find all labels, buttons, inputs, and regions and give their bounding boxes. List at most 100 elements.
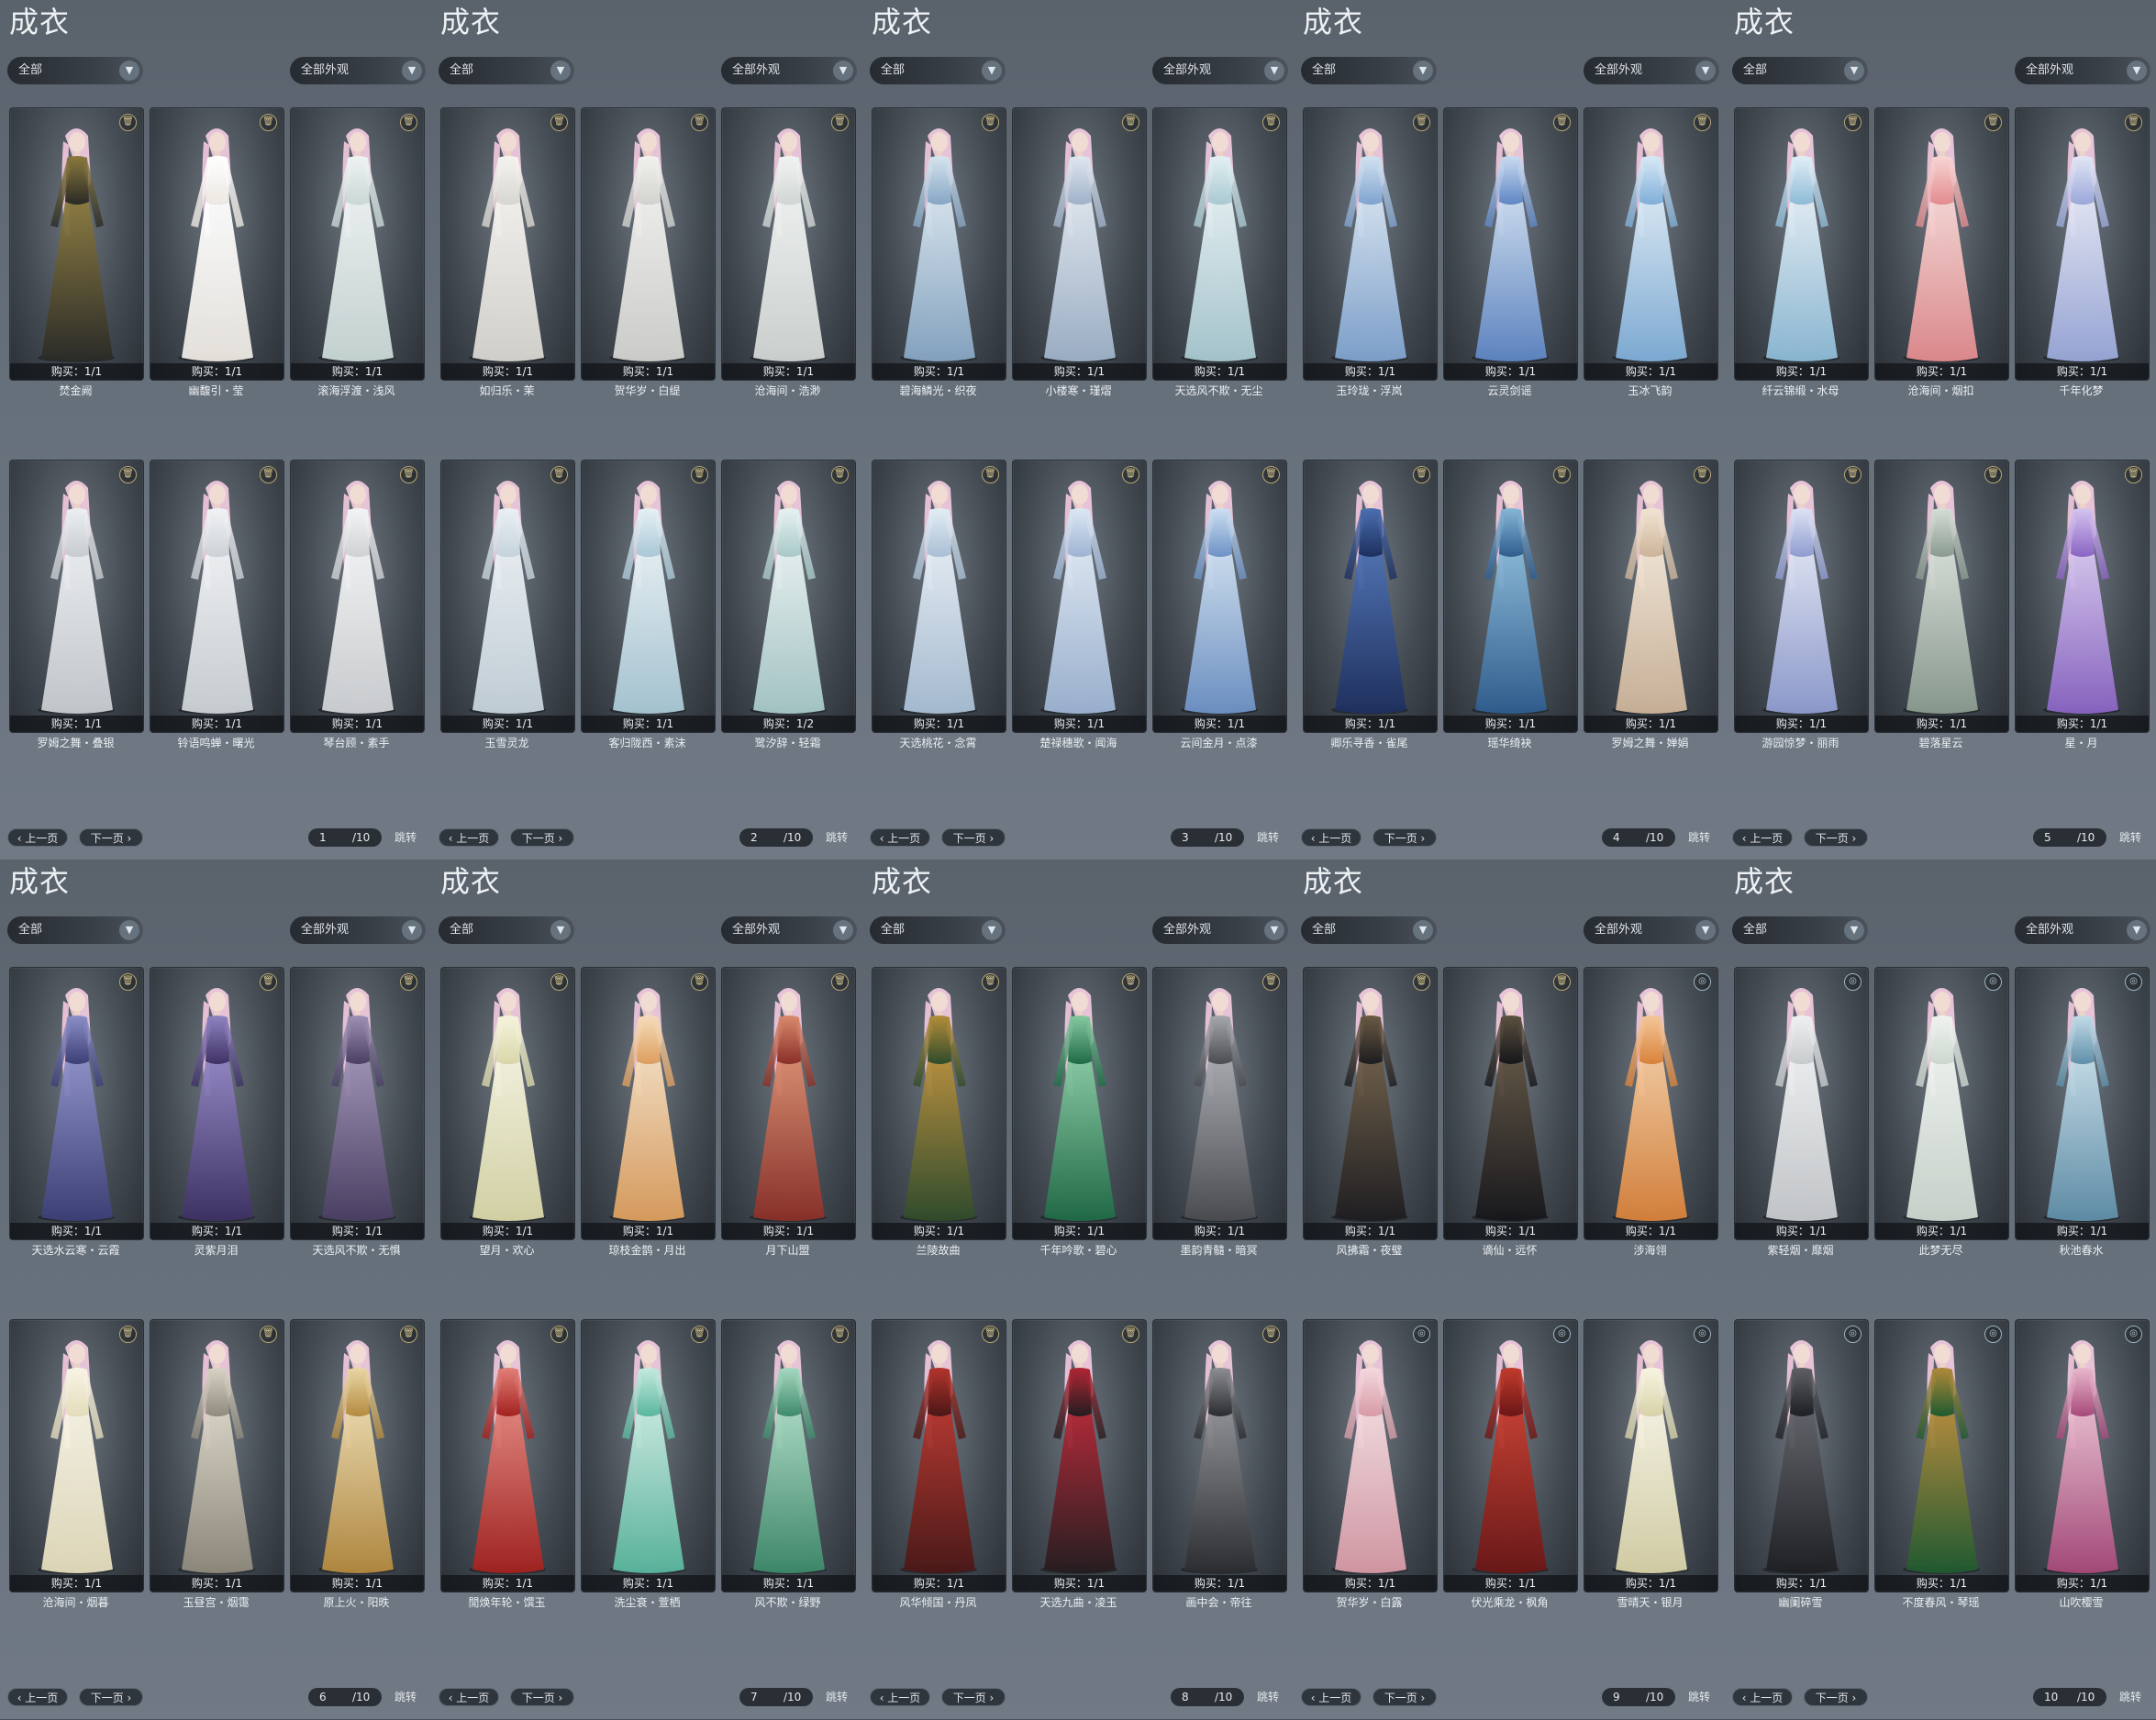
outfit-card[interactable]: ◎ 购买：1/1: [2015, 967, 2150, 1240]
outfit-card[interactable]: 🗑 购买：1/1: [1152, 107, 1287, 381]
outfit-card[interactable]: 🗑 购买：1/1: [1874, 107, 2009, 381]
jump-button[interactable]: 跳转: [2119, 828, 2141, 847]
outfit-card[interactable]: 🗑 购买：1/2: [721, 460, 856, 733]
trash-icon[interactable]: 🗑: [2125, 114, 2142, 131]
outfit-card[interactable]: 🗑 购买：1/1: [150, 107, 284, 381]
outfit-card[interactable]: 🗑 购买：1/1: [872, 107, 1006, 381]
outfit-card[interactable]: 🗑 购买：1/1: [1734, 107, 1869, 381]
trash-icon[interactable]: 🗑: [1122, 466, 1139, 483]
trash-icon[interactable]: 🗑: [691, 1326, 708, 1343]
outfit-card[interactable]: 🗑 购买：1/1: [1443, 107, 1578, 381]
next-page-button[interactable]: 下一页 ›: [941, 828, 1006, 847]
hat-icon[interactable]: ◎: [1694, 973, 1711, 991]
trash-icon[interactable]: 🗑: [260, 466, 277, 483]
jump-button[interactable]: 跳转: [1688, 828, 1710, 847]
appearance-dropdown[interactable]: 全部外观 ▼: [2015, 57, 2150, 84]
outfit-card[interactable]: 🗑 购买：1/1: [440, 1319, 575, 1592]
hat-icon[interactable]: ◎: [1844, 1326, 1861, 1343]
outfit-card[interactable]: 🗑 购买：1/1: [1874, 460, 2009, 733]
hat-icon[interactable]: ◎: [1694, 1326, 1711, 1343]
hat-icon[interactable]: ◎: [2125, 973, 2142, 991]
outfit-card[interactable]: 🗑 购买：1/1: [872, 967, 1006, 1240]
outfit-card[interactable]: 🗑 购买：1/1: [150, 967, 284, 1240]
trash-icon[interactable]: 🗑: [831, 1326, 849, 1343]
prev-page-button[interactable]: ‹ 上一页: [870, 828, 930, 847]
outfit-card[interactable]: 🗑 购买：1/1: [721, 967, 856, 1240]
outfit-card[interactable]: 🗑 购买：1/1: [872, 460, 1006, 733]
outfit-card[interactable]: 🗑 购买：1/1: [1012, 460, 1147, 733]
trash-icon[interactable]: 🗑: [982, 973, 999, 991]
jump-button[interactable]: 跳转: [1257, 828, 1279, 847]
prev-page-button[interactable]: ‹ 上一页: [439, 828, 499, 847]
trash-icon[interactable]: 🗑: [550, 466, 568, 483]
next-page-button[interactable]: 下一页 ›: [510, 1688, 574, 1706]
outfit-card[interactable]: ◎ 购买：1/1: [1584, 1319, 1718, 1592]
prev-page-button[interactable]: ‹ 上一页: [1732, 1688, 1793, 1706]
outfit-card[interactable]: ◎ 购买：1/1: [1584, 967, 1718, 1240]
trash-icon[interactable]: 🗑: [400, 973, 417, 991]
outfit-card[interactable]: 🗑 购买：1/1: [1152, 967, 1287, 1240]
category-dropdown[interactable]: 全部 ▼: [1732, 57, 1868, 84]
appearance-dropdown[interactable]: 全部外观 ▼: [721, 57, 857, 84]
outfit-card[interactable]: 🗑 购买：1/1: [9, 107, 144, 381]
category-dropdown[interactable]: 全部 ▼: [870, 57, 1006, 84]
outfit-card[interactable]: 🗑 购买：1/1: [440, 967, 575, 1240]
page-number-input[interactable]: 9/10: [1602, 1688, 1675, 1706]
outfit-card[interactable]: 🗑 购买：1/1: [1012, 1319, 1147, 1592]
next-page-button[interactable]: 下一页 ›: [1373, 828, 1437, 847]
page-number-input[interactable]: 1/10: [308, 828, 382, 847]
prev-page-button[interactable]: ‹ 上一页: [1732, 828, 1793, 847]
trash-icon[interactable]: 🗑: [1984, 466, 2002, 483]
outfit-card[interactable]: ◎ 购买：1/1: [2015, 1319, 2150, 1592]
trash-icon[interactable]: 🗑: [831, 114, 849, 131]
hat-icon[interactable]: ◎: [1984, 1326, 2002, 1343]
trash-icon[interactable]: 🗑: [1413, 114, 1430, 131]
jump-button[interactable]: 跳转: [395, 828, 417, 847]
outfit-card[interactable]: 🗑 购买：1/1: [1012, 107, 1147, 381]
next-page-button[interactable]: 下一页 ›: [1373, 1688, 1437, 1706]
appearance-dropdown[interactable]: 全部外观 ▼: [1584, 57, 1719, 84]
outfit-card[interactable]: 🗑 购买：1/1: [872, 1319, 1006, 1592]
hat-icon[interactable]: ◎: [1413, 1326, 1430, 1343]
jump-button[interactable]: 跳转: [1257, 1688, 1279, 1706]
trash-icon[interactable]: 🗑: [119, 114, 137, 131]
prev-page-button[interactable]: ‹ 上一页: [439, 1688, 499, 1706]
outfit-card[interactable]: ◎ 购买：1/1: [1874, 1319, 2009, 1592]
category-dropdown[interactable]: 全部 ▼: [1301, 916, 1437, 944]
appearance-dropdown[interactable]: 全部外观 ▼: [1152, 57, 1288, 84]
trash-icon[interactable]: 🗑: [1122, 1326, 1139, 1343]
trash-icon[interactable]: 🗑: [400, 114, 417, 131]
outfit-card[interactable]: 🗑 购买：1/1: [721, 107, 856, 381]
outfit-card[interactable]: 🗑 购买：1/1: [2015, 107, 2150, 381]
outfit-card[interactable]: 🗑 购买：1/1: [290, 1319, 425, 1592]
outfit-card[interactable]: 🗑 购买：1/1: [1303, 967, 1438, 1240]
trash-icon[interactable]: 🗑: [119, 973, 137, 991]
page-number-input[interactable]: 5/10: [2033, 828, 2106, 847]
trash-icon[interactable]: 🗑: [400, 466, 417, 483]
outfit-card[interactable]: 🗑 购买：1/1: [150, 460, 284, 733]
outfit-card[interactable]: 🗑 购买：1/1: [2015, 460, 2150, 733]
outfit-card[interactable]: 🗑 购买：1/1: [440, 460, 575, 733]
jump-button[interactable]: 跳转: [826, 1688, 848, 1706]
trash-icon[interactable]: 🗑: [550, 1326, 568, 1343]
trash-icon[interactable]: 🗑: [831, 466, 849, 483]
trash-icon[interactable]: 🗑: [1122, 114, 1139, 131]
next-page-button[interactable]: 下一页 ›: [79, 1688, 143, 1706]
outfit-card[interactable]: 🗑 购买：1/1: [290, 967, 425, 1240]
trash-icon[interactable]: 🗑: [1553, 466, 1571, 483]
trash-icon[interactable]: 🗑: [1694, 466, 1711, 483]
page-number-input[interactable]: 7/10: [739, 1688, 813, 1706]
trash-icon[interactable]: 🗑: [1413, 466, 1430, 483]
appearance-dropdown[interactable]: 全部外观 ▼: [1152, 916, 1288, 944]
prev-page-button[interactable]: ‹ 上一页: [1301, 1688, 1361, 1706]
trash-icon[interactable]: 🗑: [1844, 114, 1861, 131]
category-dropdown[interactable]: 全部 ▼: [439, 916, 574, 944]
outfit-card[interactable]: 🗑 购买：1/1: [440, 107, 575, 381]
appearance-dropdown[interactable]: 全部外观 ▼: [1584, 916, 1719, 944]
outfit-card[interactable]: 🗑 购买：1/1: [1584, 107, 1718, 381]
prev-page-button[interactable]: ‹ 上一页: [1301, 828, 1361, 847]
trash-icon[interactable]: 🗑: [1262, 466, 1280, 483]
category-dropdown[interactable]: 全部 ▼: [7, 916, 143, 944]
trash-icon[interactable]: 🗑: [1553, 973, 1571, 991]
trash-icon[interactable]: 🗑: [982, 466, 999, 483]
